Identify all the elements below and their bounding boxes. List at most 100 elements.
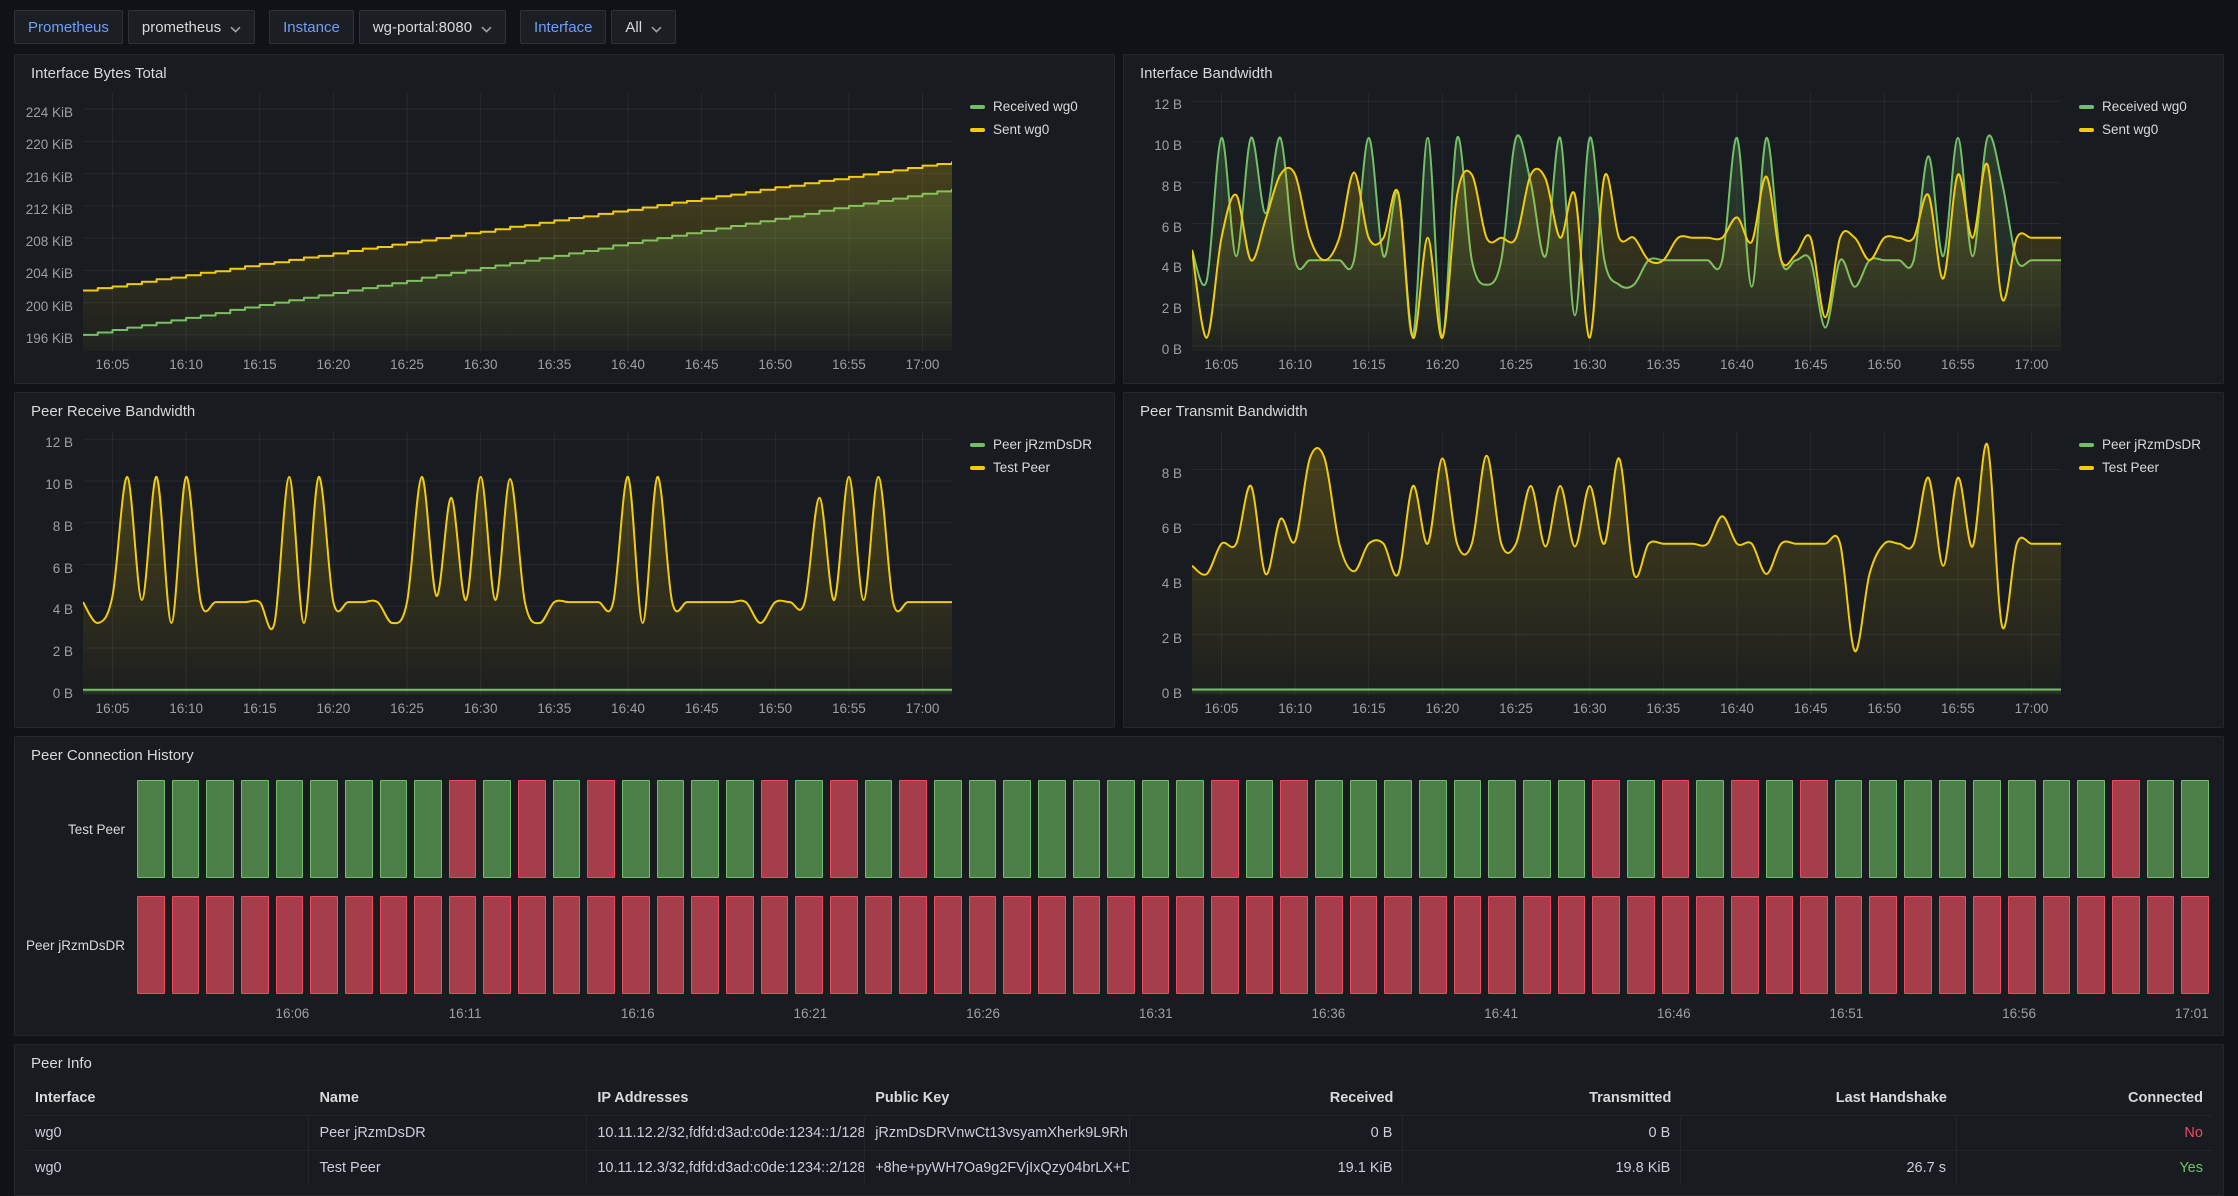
state-bar-disconnected[interactable]: [726, 896, 754, 994]
variable-value-instance[interactable]: wg-portal:8080: [359, 10, 506, 44]
state-bar-disconnected[interactable]: [276, 896, 304, 994]
state-bar-connected[interactable]: [172, 780, 200, 878]
state-bar-disconnected[interactable]: [1835, 896, 1863, 994]
state-bar-disconnected[interactable]: [1419, 896, 1447, 994]
state-bar-connected[interactable]: [2043, 780, 2071, 878]
state-bar-connected[interactable]: [414, 780, 442, 878]
variable-label-interface[interactable]: Interface: [520, 10, 606, 44]
state-bar-disconnected[interactable]: [1731, 896, 1759, 994]
state-bar-disconnected[interactable]: [1662, 780, 1690, 878]
state-bar-connected[interactable]: [1419, 780, 1447, 878]
state-bar-connected[interactable]: [969, 780, 997, 878]
column-header-name[interactable]: Name: [309, 1081, 587, 1115]
state-bar-disconnected[interactable]: [587, 896, 615, 994]
state-bar-connected[interactable]: [1038, 780, 1066, 878]
state-bar-connected[interactable]: [1939, 780, 1967, 878]
state-bar-disconnected[interactable]: [1246, 896, 1274, 994]
legend-item-sent-wg0[interactable]: Sent wg0: [970, 122, 1104, 137]
state-bar-disconnected[interactable]: [1662, 896, 1690, 994]
state-bar-disconnected[interactable]: [1696, 896, 1724, 994]
state-bar-disconnected[interactable]: [865, 896, 893, 994]
state-bar-disconnected[interactable]: [206, 896, 234, 994]
state-bar-disconnected[interactable]: [1558, 896, 1586, 994]
panel-title[interactable]: Interface Bytes Total: [25, 61, 1104, 89]
legend-item-received-wg0[interactable]: Received wg0: [2079, 99, 2213, 114]
state-bar-connected[interactable]: [241, 780, 269, 878]
state-bar-disconnected[interactable]: [761, 896, 789, 994]
legend-item-peer-jrzmdsdr[interactable]: Peer jRzmDsDR: [2079, 437, 2213, 452]
state-bar-disconnected[interactable]: [449, 896, 477, 994]
state-bar-disconnected[interactable]: [1315, 896, 1343, 994]
state-bar-disconnected[interactable]: [1800, 780, 1828, 878]
state-bar-connected[interactable]: [1869, 780, 1897, 878]
column-header-interface[interactable]: Interface: [25, 1081, 309, 1115]
state-bar-disconnected[interactable]: [553, 896, 581, 994]
interface-bytes-total-chart[interactable]: [83, 93, 952, 351]
interface-bandwidth-chart[interactable]: [1192, 93, 2061, 351]
state-bar-connected[interactable]: [622, 780, 650, 878]
column-header-public-key[interactable]: Public Key: [865, 1081, 1130, 1115]
state-bar-connected[interactable]: [1073, 780, 1101, 878]
state-bar-disconnected[interactable]: [518, 780, 546, 878]
state-bar-connected[interactable]: [1904, 780, 1932, 878]
state-bar-disconnected[interactable]: [1176, 896, 1204, 994]
state-bar-disconnected[interactable]: [1142, 896, 1170, 994]
state-bar-disconnected[interactable]: [2112, 896, 2140, 994]
state-bar-disconnected[interactable]: [172, 896, 200, 994]
state-bar-disconnected[interactable]: [1384, 896, 1412, 994]
state-bar-connected[interactable]: [1176, 780, 1204, 878]
legend-item-test-peer[interactable]: Test Peer: [2079, 460, 2213, 475]
state-bar-connected[interactable]: [657, 780, 685, 878]
state-bar-disconnected[interactable]: [795, 896, 823, 994]
state-bar-disconnected[interactable]: [241, 896, 269, 994]
state-bar-connected[interactable]: [2077, 780, 2105, 878]
variable-label-instance[interactable]: Instance: [269, 10, 354, 44]
state-bar-connected[interactable]: [345, 780, 373, 878]
state-bar-disconnected[interactable]: [345, 896, 373, 994]
state-bar-connected[interactable]: [1766, 780, 1794, 878]
state-bar-connected[interactable]: [1523, 780, 1551, 878]
state-bar-connected[interactable]: [1003, 780, 1031, 878]
peer-receive-bandwidth-chart[interactable]: [83, 431, 952, 695]
state-bar-disconnected[interactable]: [2008, 896, 2036, 994]
state-bar-connected[interactable]: [1835, 780, 1863, 878]
state-bar-connected[interactable]: [380, 780, 408, 878]
state-bar-disconnected[interactable]: [1973, 896, 2001, 994]
state-bar-connected[interactable]: [310, 780, 338, 878]
state-bar-disconnected[interactable]: [2077, 896, 2105, 994]
state-bar-disconnected[interactable]: [622, 896, 650, 994]
state-bar-disconnected[interactable]: [1627, 896, 1655, 994]
state-bar-connected[interactable]: [934, 780, 962, 878]
state-bar-disconnected[interactable]: [1904, 896, 1932, 994]
state-bar-connected[interactable]: [1627, 780, 1655, 878]
state-bar-disconnected[interactable]: [483, 896, 511, 994]
state-bar-disconnected[interactable]: [2181, 896, 2209, 994]
state-bar-disconnected[interactable]: [1073, 896, 1101, 994]
state-bar-disconnected[interactable]: [830, 896, 858, 994]
variable-label-prometheus[interactable]: Prometheus: [14, 10, 123, 44]
state-bar-disconnected[interactable]: [830, 780, 858, 878]
state-bar-connected[interactable]: [1384, 780, 1412, 878]
state-bar-disconnected[interactable]: [1731, 780, 1759, 878]
state-bar-disconnected[interactable]: [691, 896, 719, 994]
state-bar-connected[interactable]: [726, 780, 754, 878]
state-bar-disconnected[interactable]: [449, 780, 477, 878]
state-bar-connected[interactable]: [483, 780, 511, 878]
state-bar-disconnected[interactable]: [1454, 896, 1482, 994]
state-bar-disconnected[interactable]: [1592, 896, 1620, 994]
state-bar-disconnected[interactable]: [310, 896, 338, 994]
state-bar-connected[interactable]: [2181, 780, 2209, 878]
state-bar-connected[interactable]: [2147, 780, 2175, 878]
state-bar-connected[interactable]: [2008, 780, 2036, 878]
legend-item-sent-wg0[interactable]: Sent wg0: [2079, 122, 2213, 137]
state-bar-disconnected[interactable]: [934, 896, 962, 994]
state-bar-disconnected[interactable]: [1280, 780, 1308, 878]
column-header-connected[interactable]: Connected: [1957, 1081, 2213, 1115]
panel-title[interactable]: Peer Connection History: [25, 743, 2213, 771]
state-bar-connected[interactable]: [1315, 780, 1343, 878]
legend-item-received-wg0[interactable]: Received wg0: [970, 99, 1104, 114]
column-header-ip-addresses[interactable]: IP Addresses: [587, 1081, 865, 1115]
state-bar-connected[interactable]: [1558, 780, 1586, 878]
state-bar-disconnected[interactable]: [414, 896, 442, 994]
state-bar-disconnected[interactable]: [1038, 896, 1066, 994]
